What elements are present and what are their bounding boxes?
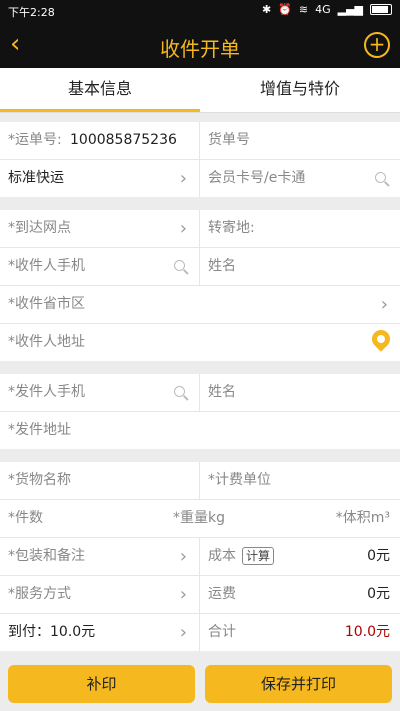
- receiver-address-row: *收件人地址: [0, 324, 400, 361]
- receiver-region-label: *收件省市区: [8, 296, 85, 312]
- save-print-button[interactable]: 保存并打印: [205, 665, 392, 703]
- signal-icon: ▂▄▆: [337, 3, 363, 16]
- reprint-button[interactable]: 补印: [8, 665, 195, 703]
- calculate-button[interactable]: 计算: [242, 547, 275, 565]
- chevron-right-icon: ›: [179, 546, 187, 567]
- total-value: 10.0元: [344, 624, 390, 640]
- cod-label: 到付：10.0元: [8, 624, 96, 640]
- service-type-value: 标准快运: [8, 170, 64, 186]
- service-mode-select[interactable]: *服务方式 ›: [0, 576, 200, 613]
- search-icon[interactable]: [375, 172, 386, 183]
- sender-name-input[interactable]: 姓名: [200, 374, 400, 411]
- receiver-region-select[interactable]: *收件省市区 ›: [0, 286, 400, 323]
- receiver-address-input[interactable]: *收件人地址: [0, 324, 400, 361]
- tab-divider: [0, 112, 400, 113]
- arrival-site-label: *到达网点: [8, 220, 71, 236]
- sender-section: *发件人手机 姓名 *发件地址: [0, 374, 400, 449]
- packing-select[interactable]: *包装和备注 ›: [0, 538, 200, 575]
- search-icon[interactable]: [174, 386, 185, 397]
- chevron-right-icon: ›: [179, 218, 187, 239]
- receiver-phone-input[interactable]: *收件人手机: [0, 248, 200, 285]
- title-bar: ‹ 收件开单 +: [0, 22, 400, 68]
- network-label: 4G: [315, 3, 331, 16]
- pieces-row: *件数 *重量kg *体积m³: [0, 500, 400, 538]
- member-card-input[interactable]: 会员卡号/e卡通: [200, 160, 400, 197]
- total-cell: 合计 10.0元: [200, 614, 400, 651]
- receiver-address-label: *收件人地址: [8, 334, 85, 350]
- goods-name-input[interactable]: *货物名称: [0, 462, 200, 499]
- arrival-site-select[interactable]: *到达网点 ›: [0, 210, 200, 247]
- chevron-right-icon: ›: [179, 584, 187, 605]
- goods-no-input[interactable]: 货单号: [200, 122, 400, 159]
- cod-row: 到付：10.0元 › 合计 10.0元: [0, 614, 400, 651]
- sender-name-label: 姓名: [208, 384, 236, 400]
- packing-label: *包装和备注: [8, 548, 85, 564]
- status-icons: ✱ ⏰ ≋ 4G ▂▄▆: [262, 3, 392, 16]
- service-mode-label: *服务方式: [8, 586, 71, 602]
- goods-name-row: *货物名称 *计费单位: [0, 462, 400, 500]
- location-pin-icon[interactable]: [368, 326, 394, 352]
- waybill-no-value: 100085875236: [70, 132, 177, 148]
- service-type-select[interactable]: 标准快运 ›: [0, 160, 200, 197]
- freight-cell: 运费 0元: [200, 576, 400, 613]
- tab-basic-info[interactable]: 基本信息: [0, 68, 200, 112]
- waybill-no-label: *运单号:: [8, 132, 62, 148]
- sender-address-input[interactable]: *发件地址: [0, 412, 400, 449]
- waybill-section: *运单号: 100085875236 货单号 标准快运 › 会员卡号/e卡通: [0, 122, 400, 197]
- transfer-input[interactable]: 转寄地:: [200, 210, 400, 247]
- freight-label: 运费: [208, 586, 236, 602]
- receiver-name-label: 姓名: [208, 258, 236, 274]
- plus-circle-icon[interactable]: +: [364, 32, 390, 58]
- receiver-phone-label: *收件人手机: [8, 258, 85, 274]
- transfer-label: 转寄地:: [208, 220, 255, 236]
- total-label: 合计: [208, 624, 236, 640]
- cost-cell: 成本 计算 0元: [200, 538, 400, 575]
- bluetooth-icon: ✱: [261, 3, 272, 16]
- sender-address-label: *发件地址: [8, 422, 71, 438]
- receiver-phone-row: *收件人手机 姓名: [0, 248, 400, 286]
- sender-phone-input[interactable]: *发件人手机: [0, 374, 200, 411]
- freight-value: 0元: [367, 586, 390, 602]
- sender-phone-row: *发件人手机 姓名: [0, 374, 400, 412]
- volume-input[interactable]: *体积m³: [263, 500, 400, 537]
- goods-no-placeholder: 货单号: [208, 132, 250, 148]
- chevron-right-icon: ›: [179, 168, 187, 189]
- billing-unit-label: *计费单位: [208, 472, 271, 488]
- sender-address-row: *发件地址: [0, 412, 400, 449]
- receiver-region-row[interactable]: *收件省市区 ›: [0, 286, 400, 324]
- packing-row: *包装和备注 › 成本 计算 0元: [0, 538, 400, 576]
- search-icon[interactable]: [174, 260, 185, 271]
- cost-value: 0元: [367, 548, 390, 564]
- service-row: 标准快运 › 会员卡号/e卡通: [0, 160, 400, 197]
- receiver-section: *到达网点 › 转寄地: *收件人手机 姓名 *收件省市区 › *收件人地址: [0, 210, 400, 361]
- pieces-weight-volume: *件数 *重量kg *体积m³: [0, 500, 400, 537]
- billing-unit-input[interactable]: *计费单位: [200, 462, 400, 499]
- weight-input[interactable]: *重量kg: [135, 500, 262, 537]
- battery-icon: [370, 4, 392, 15]
- waybill-no-field[interactable]: *运单号: 100085875236: [0, 122, 200, 159]
- status-bar: 下午2:28 ✱ ⏰ ≋ 4G ▂▄▆: [0, 0, 400, 22]
- wifi-icon: ≋: [298, 3, 309, 16]
- cost-label: 成本: [208, 548, 236, 564]
- page-title: 收件开单: [160, 37, 240, 61]
- receiver-name-input[interactable]: 姓名: [200, 248, 400, 285]
- goods-section: *货物名称 *计费单位 *件数 *重量kg *体积m³ *包装和备注 › 成本计…: [0, 462, 400, 651]
- tab-bar: 基本信息 增值与特价: [0, 68, 400, 112]
- member-card-placeholder: 会员卡号/e卡通: [208, 170, 306, 186]
- pieces-input[interactable]: *件数: [0, 500, 135, 537]
- service-mode-row: *服务方式 › 运费 0元: [0, 576, 400, 614]
- bottom-bar: 补印 保存并打印: [0, 661, 400, 711]
- tab-value-added[interactable]: 增值与特价: [200, 68, 400, 112]
- goods-name-label: *货物名称: [8, 472, 71, 488]
- arrival-row: *到达网点 › 转寄地:: [0, 210, 400, 248]
- cost-label-wrap: 成本 计算: [208, 538, 275, 575]
- alarm-icon: ⏰: [278, 3, 292, 16]
- chevron-right-icon: ›: [380, 294, 388, 315]
- sender-phone-label: *发件人手机: [8, 384, 85, 400]
- chevron-right-icon: ›: [179, 622, 187, 643]
- waybill-row: *运单号: 100085875236 货单号: [0, 122, 400, 160]
- cod-select[interactable]: 到付：10.0元 ›: [0, 614, 200, 651]
- status-time: 下午2:28: [8, 6, 55, 19]
